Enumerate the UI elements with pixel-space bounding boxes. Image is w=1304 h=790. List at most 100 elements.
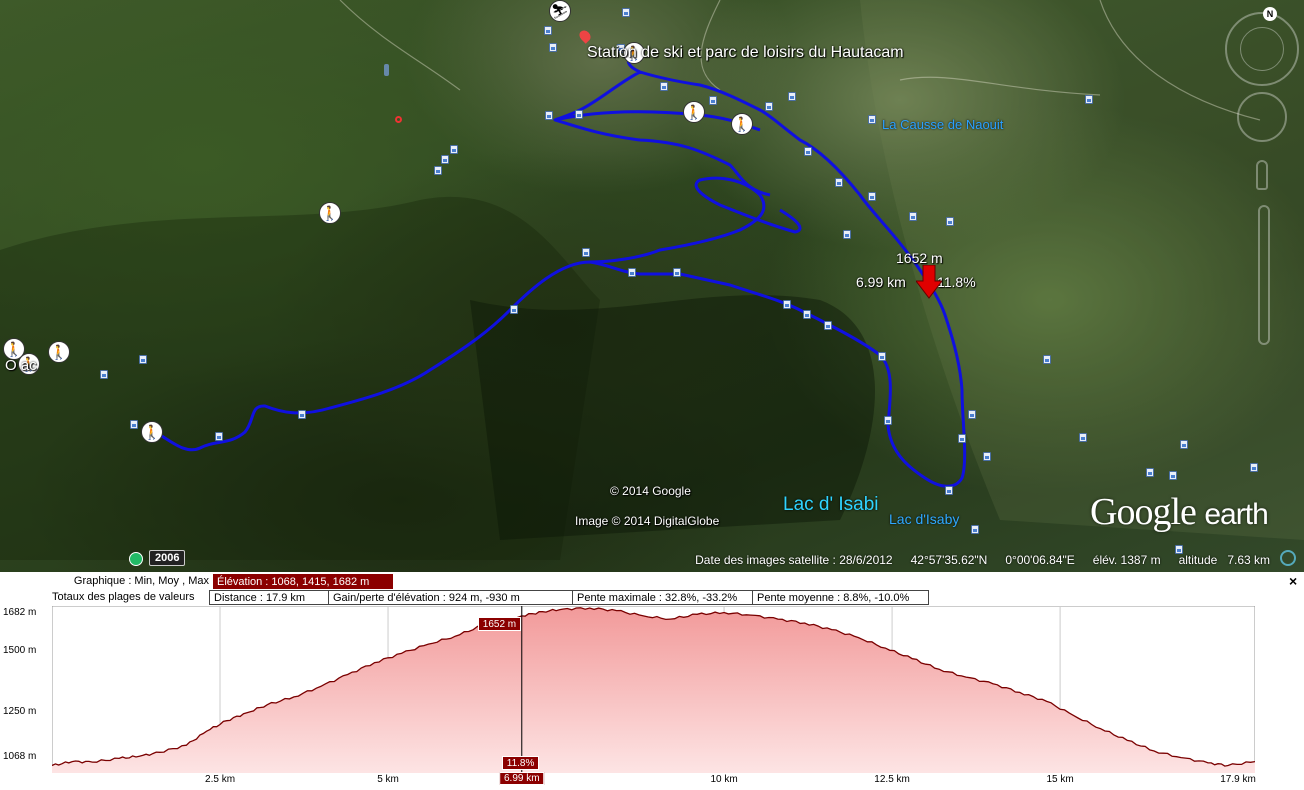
poi-marker[interactable] [1085, 95, 1093, 104]
max-slope[interactable]: Pente maximale : 32.8%, -33.2% [573, 589, 753, 605]
poi-marker[interactable] [1079, 433, 1087, 442]
poi-marker[interactable] [510, 305, 518, 314]
poi-marker[interactable] [441, 155, 449, 164]
elevation-readout: élév. 1387 m [1092, 553, 1161, 567]
y-tick-label: 1682 m [3, 607, 37, 618]
target-icon[interactable] [395, 116, 402, 123]
elevation-gain-loss[interactable]: Gain/perte d'élévation : 924 m, -930 m [329, 589, 573, 605]
look-joystick[interactable] [1240, 27, 1284, 71]
poi-marker[interactable] [673, 268, 681, 277]
map-status-bar: Date des images satellite : 28/6/2012 42… [0, 548, 1304, 572]
poi-marker[interactable] [878, 352, 886, 361]
poi-marker[interactable] [139, 355, 147, 364]
y-tick-label: 1500 m [3, 645, 37, 656]
poi-marker[interactable] [803, 310, 811, 319]
cursor-slope-flag: 11.8% [501, 756, 540, 770]
north-compass-icon[interactable]: N [1263, 7, 1277, 21]
poi-marker[interactable] [1180, 440, 1188, 449]
place-label-lac-isabi[interactable]: Lac d' Isabi [783, 494, 879, 516]
hiker-icon[interactable]: 🚶 [731, 113, 753, 135]
poi-marker[interactable] [130, 420, 138, 429]
hiker-icon[interactable]: 🚶 [319, 202, 341, 224]
poi-marker[interactable] [884, 416, 892, 425]
poi-marker[interactable] [434, 166, 442, 175]
poi-marker[interactable] [215, 432, 223, 441]
poi-marker[interactable] [843, 230, 851, 239]
poi-marker[interactable] [1043, 355, 1051, 364]
place-label-la-causse[interactable]: La Causse de Naouit [882, 117, 1003, 132]
streaming-indicator-icon [1280, 550, 1296, 566]
longitude-readout: 0°00'06.84"E [1005, 553, 1075, 567]
x-tick-label: 17.9 km [1220, 774, 1256, 785]
altitude-label: altitude [1178, 553, 1218, 567]
place-label-hautacam[interactable]: Station de ski et parc de loisirs du Hau… [587, 44, 904, 62]
latitude-readout: 42°57'35.62"N [910, 553, 988, 567]
poi-marker[interactable] [544, 26, 552, 35]
place-label-lac-isaby[interactable]: Lac d'Isaby [889, 511, 959, 527]
poi-marker[interactable] [946, 217, 954, 226]
close-profile-button[interactable]: × [1289, 573, 1297, 589]
y-tick-label: 1250 m [3, 706, 37, 717]
satellite-map-view[interactable]: 🚶 🚶 🚶 🚶 🚶 🚶 🚶 🚶 ⛷ Station de ski et parc… [0, 0, 1304, 572]
profile-summary-row: Graphique : Min, Moy , Max Élévation : 1… [0, 573, 393, 589]
distance-total[interactable]: Distance : 17.9 km [209, 589, 329, 605]
poi-marker[interactable] [628, 268, 636, 277]
marker-elevation-label: 1652 m [896, 250, 943, 266]
street-view-pegman-icon[interactable] [1256, 160, 1268, 190]
poi-marker[interactable] [971, 525, 979, 534]
elevation-chart[interactable] [52, 606, 1255, 773]
poi-marker[interactable] [622, 8, 630, 17]
poi-marker[interactable] [958, 434, 966, 443]
google-earth-logo: Google earth [1090, 490, 1269, 534]
poi-marker[interactable] [709, 96, 717, 105]
marker-distance-label: 6.99 km [856, 274, 906, 290]
poi-marker[interactable] [765, 102, 773, 111]
hiker-icon[interactable]: 🚶 [141, 421, 163, 443]
average-slope[interactable]: Pente moyenne : 8.8%, -10.0% [753, 589, 929, 605]
place-label-west-village[interactable]: O ac [5, 357, 37, 374]
poi-marker[interactable] [1146, 468, 1154, 477]
position-arrow-icon [916, 265, 942, 299]
logo-google-text: Google [1090, 491, 1197, 533]
info-icon[interactable] [384, 64, 389, 76]
poi-marker[interactable] [100, 370, 108, 379]
x-tick-label: 10 km [710, 774, 738, 785]
poi-marker[interactable] [909, 212, 917, 221]
ski-lift-icon[interactable]: ⛷ [549, 0, 571, 22]
poi-marker[interactable] [983, 452, 991, 461]
hiker-icon[interactable]: 🚶 [48, 341, 70, 363]
poi-marker[interactable] [824, 321, 832, 330]
google-earth-window: 🚶 🚶 🚶 🚶 🚶 🚶 🚶 🚶 ⛷ Station de ski et parc… [0, 0, 1304, 790]
poi-marker[interactable] [298, 410, 306, 419]
poi-marker[interactable] [549, 43, 557, 52]
poi-marker[interactable] [968, 410, 976, 419]
y-tick-label: 1068 m [3, 751, 37, 762]
poi-marker[interactable] [545, 111, 553, 120]
google-copyright: © 2014 Google [610, 484, 691, 498]
poi-marker[interactable] [783, 300, 791, 309]
poi-marker[interactable] [788, 92, 796, 101]
hiker-icon[interactable]: 🚶 [683, 101, 705, 123]
x-tick-label: 12.5 km [874, 774, 910, 785]
zoom-slider[interactable] [1258, 205, 1270, 345]
poi-marker[interactable] [582, 248, 590, 257]
altitude-value: 7.63 km [1227, 553, 1270, 567]
poi-marker[interactable] [575, 110, 583, 119]
poi-marker[interactable] [835, 178, 843, 187]
altitude-readout: altitude 7.63 km [1179, 553, 1270, 567]
poi-marker[interactable] [1250, 463, 1258, 472]
x-tick-label: 5 km [377, 774, 399, 785]
move-joystick-control[interactable] [1237, 92, 1287, 142]
poi-marker[interactable] [804, 147, 812, 156]
x-tick-label: 15 km [1046, 774, 1074, 785]
x-tick-label: 6.99 km [498, 772, 545, 785]
graph-mode-label[interactable]: Graphique : Min, Moy , Max [0, 574, 213, 589]
poi-marker[interactable] [660, 82, 668, 91]
poi-marker[interactable] [868, 192, 876, 201]
poi-marker[interactable] [945, 486, 953, 495]
poi-marker[interactable] [450, 145, 458, 154]
imagery-copyright: Image © 2014 DigitalGlobe [575, 514, 720, 528]
poi-marker[interactable] [868, 115, 876, 124]
poi-marker[interactable] [1169, 471, 1177, 480]
elevation-summary[interactable]: Élévation : 1068, 1415, 1682 m [213, 573, 393, 589]
